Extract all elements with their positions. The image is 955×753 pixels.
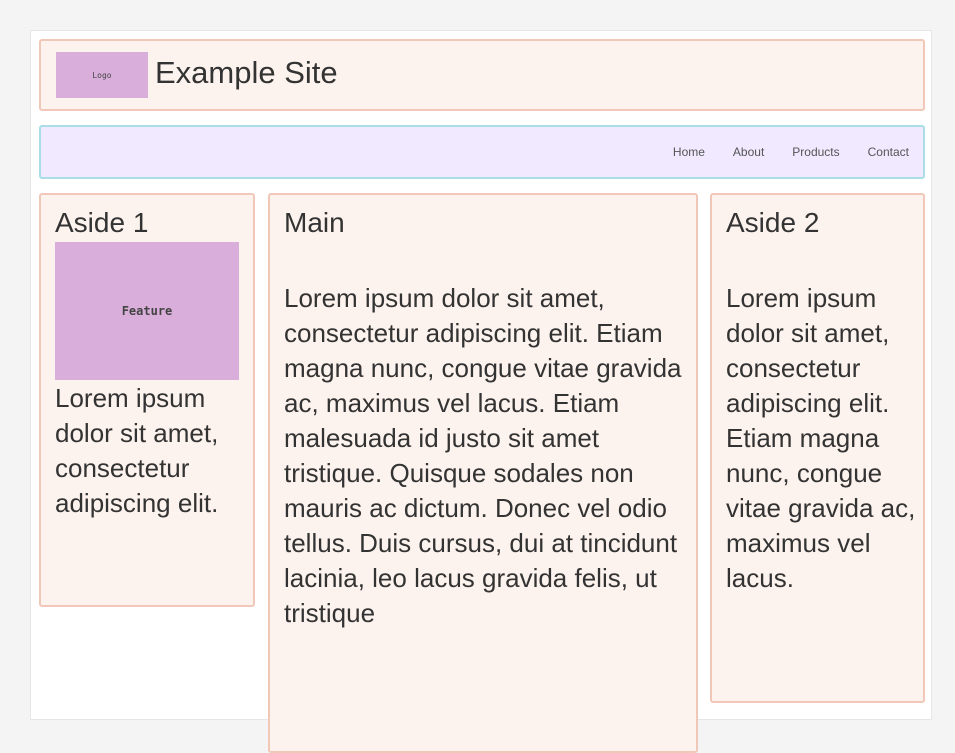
main-title: Main [284,207,345,238]
feature-label: Feature [121,304,173,318]
main-content: Main Lorem ipsum dolor sit amet, consect… [268,193,698,753]
aside-2-text: Lorem ipsum dolor sit amet, consectetur … [726,283,916,593]
site-title: Example Site [155,55,338,90]
nav-menu: Home About Products Contact [673,145,909,159]
aside-1-text: Lorem ipsum dolor sit amet, consectetur … [55,383,219,518]
site-header: Logo Example Site [39,39,925,111]
logo-label: Logo [92,70,112,80]
aside-2-title: Aside 2 [726,207,820,238]
nav-item-about[interactable]: About [733,145,764,159]
nav-item-contact[interactable]: Contact [868,145,909,159]
nav-item-products[interactable]: Products [792,145,839,159]
nav-item-home[interactable]: Home [673,145,705,159]
aside-2: Aside 2 Lorem ipsum dolor sit amet, cons… [710,193,925,703]
page-frame: Logo Example Site Home About Products Co… [30,30,932,753]
logo[interactable]: Logo [56,52,148,98]
main-text: Lorem ipsum dolor sit amet, consectetur … [284,283,682,628]
aside-1-title: Aside 1 [55,207,149,238]
nav-bar: Home About Products Contact [39,125,925,179]
aside-1: Aside 1 Feature Lorem ipsum dolor sit am… [39,193,255,607]
feature-image: Feature [55,242,239,380]
